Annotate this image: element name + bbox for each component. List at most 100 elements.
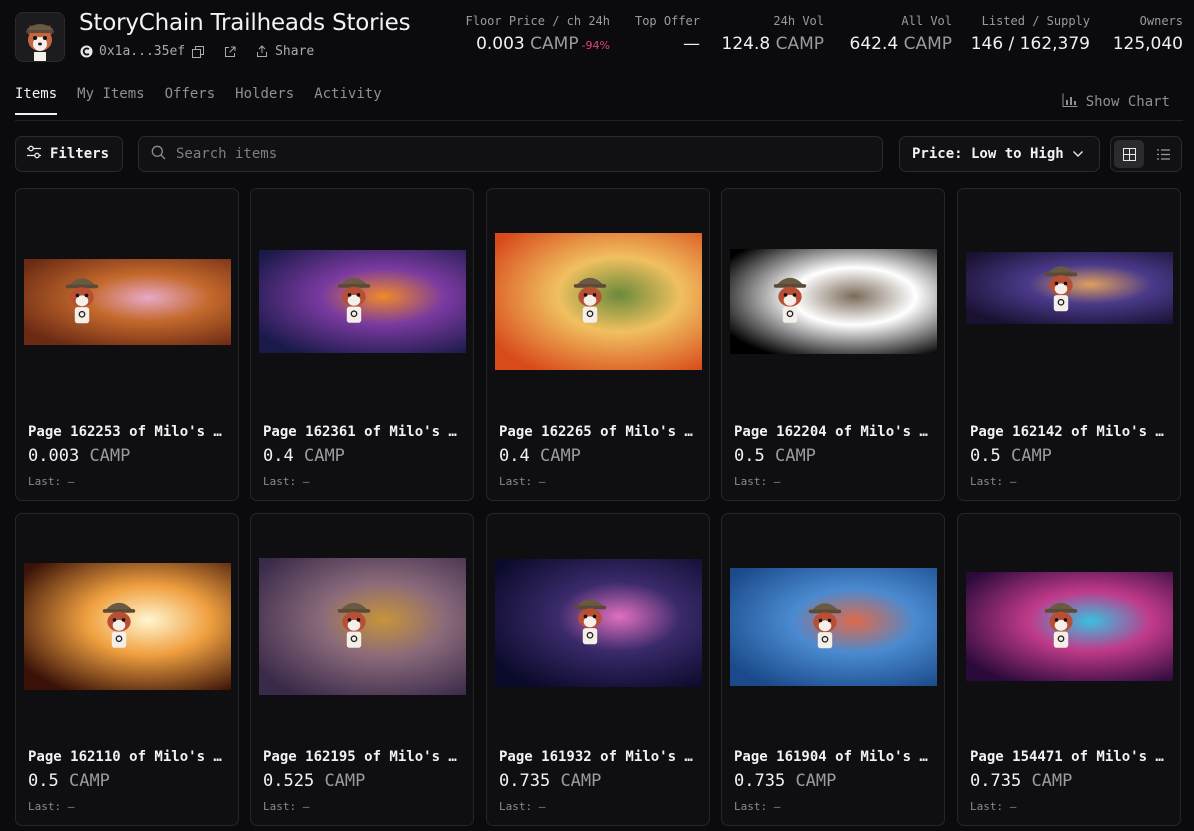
list-icon xyxy=(1156,148,1170,160)
tab-activity[interactable]: Activity xyxy=(314,86,381,102)
fox-character-illustration xyxy=(65,278,99,324)
item-card[interactable]: Page 161904 of Milo's … 0.735 CAMP Last: — xyxy=(721,513,945,826)
item-card[interactable]: Page 162204 of Milo's … 0.5 CAMP Last: — xyxy=(721,188,945,501)
item-last-sale: Last: — xyxy=(499,475,546,488)
item-last-sale: Last: — xyxy=(263,475,310,488)
share-icon[interactable] xyxy=(255,45,269,59)
item-image xyxy=(24,563,231,690)
stat-value: 125,040 xyxy=(1112,34,1183,54)
stat-value: — xyxy=(683,34,700,54)
item-last-sale: Last: — xyxy=(499,800,546,813)
fox-character-illustration xyxy=(102,602,136,648)
grid-icon xyxy=(1122,147,1136,161)
item-last-sale: Last: — xyxy=(28,800,75,813)
external-link-icon[interactable] xyxy=(223,45,237,59)
item-price: 0.5 CAMP xyxy=(970,446,1052,466)
show-chart-button[interactable]: Show Chart xyxy=(1062,93,1170,111)
price-change-badge: -94% xyxy=(581,39,610,52)
camp-chain-icon xyxy=(79,45,93,59)
view-toggle xyxy=(1110,136,1182,172)
fox-character-illustration xyxy=(1044,602,1078,648)
stat-value: 146 / 162,379 xyxy=(970,34,1090,54)
collection-logo xyxy=(15,12,65,62)
item-card[interactable]: Page 154471 of Milo's … 0.735 CAMP Last: — xyxy=(957,513,1181,826)
item-image xyxy=(730,568,937,686)
item-card[interactable]: Page 162361 of Milo's … 0.4 CAMP Last: — xyxy=(250,188,474,501)
item-last-sale: Last: — xyxy=(970,475,1017,488)
item-name: Page 161904 of Milo's … xyxy=(734,749,928,765)
item-price: 0.735 CAMP xyxy=(499,771,602,791)
item-price: 0.003 CAMP xyxy=(28,446,131,466)
item-price: 0.735 CAMP xyxy=(734,771,837,791)
stat-value: 642.4 CAMP xyxy=(849,34,953,54)
item-card[interactable]: Page 162253 of Milo's … 0.003 CAMP Last: — xyxy=(15,188,239,501)
item-card[interactable]: Page 162265 of Milo's … 0.4 CAMP Last: — xyxy=(486,188,710,501)
fox-character-illustration xyxy=(337,277,371,323)
search-icon xyxy=(151,145,166,164)
collection-header: StoryChain Trailheads Stories 0x1a...35e… xyxy=(15,10,1184,62)
item-name: Page 162361 of Milo's … xyxy=(263,424,457,440)
item-card[interactable]: Page 162142 of Milo's … 0.5 CAMP Last: — xyxy=(957,188,1181,501)
item-price: 0.5 CAMP xyxy=(28,771,110,791)
item-last-sale: Last: — xyxy=(263,800,310,813)
tab-my-items[interactable]: My Items xyxy=(77,86,144,102)
stat-label: Floor Price / ch 24h xyxy=(465,14,611,28)
filters-icon xyxy=(26,145,42,163)
search-box[interactable] xyxy=(138,136,883,172)
filters-button[interactable]: Filters xyxy=(15,136,123,172)
stat-value: 0.003 CAMP -94% xyxy=(476,34,610,54)
stat-top-offer: Top Offer — xyxy=(610,14,700,54)
fox-character-illustration xyxy=(808,603,842,649)
contract-address[interactable]: 0x1a...35ef xyxy=(99,44,185,59)
item-image xyxy=(24,259,231,345)
stat-floor-price: Floor Price / ch 24h 0.003 CAMP -94% xyxy=(440,14,611,54)
sort-label: Price: Low to High xyxy=(912,146,1064,162)
item-name: Page 162204 of Milo's … xyxy=(734,424,928,440)
collection-stats: Floor Price / ch 24h 0.003 CAMP -94% Top … xyxy=(440,14,1184,54)
show-chart-label: Show Chart xyxy=(1085,94,1170,110)
item-image xyxy=(495,559,702,687)
item-name: Page 162265 of Milo's … xyxy=(499,424,693,440)
tab-holders[interactable]: Holders xyxy=(235,86,294,102)
item-price: 0.4 CAMP xyxy=(499,446,581,466)
fox-character-illustration xyxy=(773,277,807,323)
sort-dropdown[interactable]: Price: Low to High xyxy=(899,136,1100,172)
fox-character-illustration xyxy=(573,277,607,323)
item-last-sale: Last: — xyxy=(734,475,781,488)
item-card[interactable]: Page 161932 of Milo's … 0.735 CAMP Last: — xyxy=(486,513,710,826)
item-image xyxy=(259,558,466,695)
stat-label: Owners xyxy=(1139,14,1183,28)
item-image xyxy=(259,250,466,353)
search-input[interactable] xyxy=(174,145,858,163)
item-name: Page 154471 of Milo's … xyxy=(970,749,1164,765)
item-name: Page 162110 of Milo's … xyxy=(28,749,222,765)
list-view-button[interactable] xyxy=(1148,140,1178,168)
item-image xyxy=(966,572,1173,681)
item-last-sale: Last: — xyxy=(970,800,1017,813)
stat-label: 24h Vol xyxy=(773,14,824,28)
item-card[interactable]: Page 162110 of Milo's … 0.5 CAMP Last: — xyxy=(15,513,239,826)
item-name: Page 162142 of Milo's … xyxy=(970,424,1164,440)
fox-character-illustration xyxy=(573,599,607,645)
stat-all-vol: All Vol 642.4 CAMP xyxy=(824,14,953,54)
grid-view-button[interactable] xyxy=(1114,140,1144,168)
fox-character-illustration xyxy=(1044,266,1078,312)
stat-value: 124.8 CAMP xyxy=(721,34,825,54)
item-image xyxy=(730,249,937,354)
fox-character-illustration xyxy=(337,602,371,648)
item-price: 0.525 CAMP xyxy=(263,771,366,791)
share-button[interactable]: Share xyxy=(275,44,314,59)
item-card[interactable]: Page 162195 of Milo's … 0.525 CAMP Last: — xyxy=(250,513,474,826)
item-price: 0.735 CAMP xyxy=(970,771,1073,791)
item-name: Page 161932 of Milo's … xyxy=(499,749,693,765)
bar-chart-icon xyxy=(1062,93,1078,111)
collection-meta: 0x1a...35ef Share xyxy=(79,44,314,59)
item-name: Page 162195 of Milo's … xyxy=(263,749,457,765)
item-price: 0.5 CAMP xyxy=(734,446,816,466)
item-name: Page 162253 of Milo's … xyxy=(28,424,222,440)
stat-listed-supply: Listed / Supply 146 / 162,379 xyxy=(952,14,1090,54)
collection-title: StoryChain Trailheads Stories xyxy=(79,10,411,36)
tab-items[interactable]: Items xyxy=(15,86,58,115)
copy-icon[interactable] xyxy=(191,45,205,59)
tab-offers[interactable]: Offers xyxy=(165,86,216,102)
